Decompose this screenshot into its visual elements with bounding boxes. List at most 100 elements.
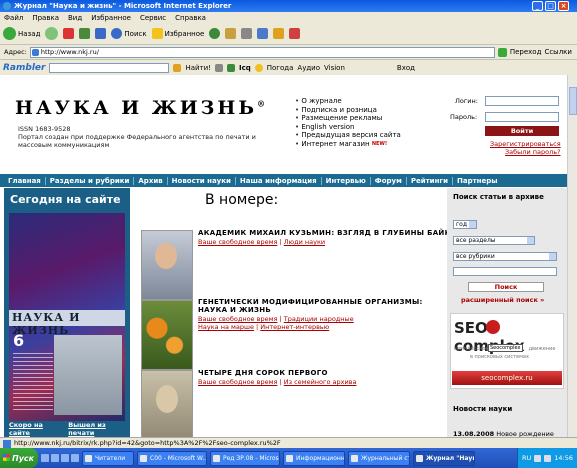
icq-button[interactable]: Icq: [239, 64, 251, 72]
menu-edit[interactable]: Правка: [32, 14, 59, 23]
menu-view[interactable]: Вид: [68, 14, 82, 23]
article-thumbnail[interactable]: [141, 370, 193, 446]
quicklaunch-icon[interactable]: [61, 454, 69, 462]
home-icon[interactable]: [95, 28, 107, 39]
advanced-search-link[interactable]: расширенный поиск »: [461, 296, 544, 304]
nav-science-news[interactable]: Новости науки: [168, 176, 236, 185]
rubric-select[interactable]: все рубрики: [453, 252, 557, 261]
section-select[interactable]: все разделы: [453, 236, 535, 245]
vertical-scrollbar[interactable]: [567, 75, 577, 446]
rubric-link[interactable]: Ваше свободное время: [198, 238, 277, 246]
scrollbar-thumb[interactable]: [569, 87, 577, 115]
links-button[interactable]: Ссылки: [544, 48, 572, 56]
link-advertising[interactable]: Размещение рекламы: [301, 114, 382, 122]
close-button[interactable]: ×: [558, 1, 569, 11]
research-icon[interactable]: [289, 28, 301, 39]
quicklaunch-icon[interactable]: [71, 454, 79, 462]
rubric-link[interactable]: Наука на марше: [198, 323, 254, 331]
edit-icon[interactable]: [257, 28, 269, 39]
quicklaunch-icon[interactable]: [41, 454, 49, 462]
audio-button[interactable]: Аудио: [297, 64, 320, 72]
password-input[interactable]: [485, 112, 559, 122]
menu-help[interactable]: Справка: [175, 14, 206, 23]
rubric-link[interactable]: Ваше свободное время: [198, 378, 277, 386]
article-title[interactable]: ГЕНЕТИЧЕСКИ МОДИФИЦИРОВАННЫЕ ОРГАНИЗМЫ: …: [198, 298, 428, 314]
rambler-login-button[interactable]: Вход: [397, 64, 415, 72]
address-input[interactable]: http://www.nkj.ru/: [29, 46, 495, 58]
start-button[interactable]: Пуск: [0, 448, 38, 468]
highlight-icon[interactable]: [215, 63, 223, 72]
tray-icon[interactable]: [534, 454, 542, 462]
article-thumbnail[interactable]: [141, 300, 193, 370]
link-about[interactable]: О журнале: [301, 97, 341, 105]
link-previous-site[interactable]: Предыдущая версия сайта: [301, 131, 400, 139]
clock[interactable]: 14:56: [554, 454, 573, 462]
link-shop[interactable]: Интернет магазин: [301, 140, 369, 148]
article-title[interactable]: ЧЕТЫРЕ ДНЯ СОРОК ПЕРВОГО: [198, 369, 328, 377]
issue-heading: В номере:: [205, 192, 279, 208]
quicklaunch-icon[interactable]: [51, 454, 59, 462]
magazine-cover[interactable]: НАУКА И ЖИЗНЬ 6: [9, 213, 125, 421]
seo-ad-url[interactable]: seocomplex.ru: [452, 371, 562, 385]
rubric-link[interactable]: Интернет-интервью: [260, 323, 329, 331]
print-icon[interactable]: [241, 28, 253, 39]
archive-search-input[interactable]: [453, 267, 557, 276]
stop-icon[interactable]: [63, 28, 75, 39]
vision-button[interactable]: Vision: [324, 64, 345, 72]
search-button[interactable]: Поиск: [111, 28, 147, 39]
year-select[interactable]: год: [453, 220, 477, 229]
back-arrow-icon: [3, 27, 16, 40]
rambler-search-input[interactable]: [49, 62, 170, 73]
login-button[interactable]: Войти: [485, 126, 559, 136]
refresh-icon[interactable]: [79, 28, 91, 39]
coming-soon-link[interactable]: Скоро на сайте: [9, 421, 58, 437]
back-button[interactable]: Назад: [3, 27, 40, 40]
window-titlebar[interactable]: Журнал "Наука и жизнь" - Microsoft Inter…: [0, 0, 577, 12]
archive-search-button[interactable]: Поиск: [468, 282, 544, 292]
language-indicator[interactable]: RU: [522, 454, 531, 462]
go-button[interactable]: Переход: [510, 48, 542, 56]
task-button[interactable]: Читатели: [82, 450, 134, 466]
nav-our-info[interactable]: Наша информация: [236, 176, 322, 185]
nav-partners[interactable]: Партнеры: [453, 177, 502, 185]
nav-ratings[interactable]: Рейтинги: [407, 176, 453, 185]
folder-icon[interactable]: [273, 28, 285, 39]
forgot-password-link[interactable]: Забыли пароль?: [505, 148, 561, 156]
article-title[interactable]: АКАДЕМИК МИХАИЛ КУЗЬМИН: ВЗГЛЯД В ГЛУБИН…: [198, 229, 468, 237]
media-icon[interactable]: [209, 28, 221, 39]
maximize-button[interactable]: □: [545, 1, 556, 11]
forward-button[interactable]: [45, 27, 59, 40]
link-subscription[interactable]: Подписка и розница: [301, 106, 377, 114]
menu-file[interactable]: Файл: [4, 14, 23, 23]
link-english[interactable]: English version: [301, 123, 354, 131]
register-link[interactable]: Зарегистрироваться: [490, 140, 561, 148]
nav-forum[interactable]: Форум: [371, 176, 407, 185]
task-button[interactable]: C00 - Microsoft W...: [137, 450, 207, 466]
task-button[interactable]: Ред ЗР.08 - Micros...: [210, 450, 280, 466]
rubric-link[interactable]: Люди науки: [284, 238, 325, 246]
menu-tools[interactable]: Сервис: [140, 14, 166, 23]
nav-archive[interactable]: Архив: [134, 176, 168, 185]
minimize-button[interactable]: _: [532, 1, 543, 11]
tray-icon[interactable]: [544, 454, 552, 462]
favorites-button[interactable]: Избранное: [151, 28, 204, 39]
task-button[interactable]: Информационны...: [283, 450, 345, 466]
go-icon[interactable]: [497, 47, 507, 57]
rubric-link[interactable]: Традиции народные: [284, 315, 354, 323]
rambler-logo[interactable]: Rambler: [3, 63, 45, 73]
login-input[interactable]: [485, 96, 559, 106]
task-button[interactable]: Журнальный сто...: [348, 450, 410, 466]
published-link[interactable]: Вышел из печати: [68, 421, 125, 437]
nav-sections[interactable]: Разделы и рубрики: [46, 176, 135, 185]
rambler-find-button[interactable]: Найти!: [185, 64, 211, 72]
task-button-active[interactable]: Журнал "Наука...: [413, 450, 475, 466]
rubric-link[interactable]: Ваше свободное время: [198, 315, 277, 323]
mail-icon[interactable]: [225, 28, 237, 39]
site-logo[interactable]: НАУКА И ЖИЗНЬ®: [15, 97, 268, 119]
nav-interview[interactable]: Интервью: [322, 176, 371, 185]
nav-home[interactable]: Главная: [4, 176, 46, 185]
article-thumbnail[interactable]: [141, 230, 193, 300]
weather-button[interactable]: Погода: [267, 64, 294, 72]
menu-favorites[interactable]: Избранное: [91, 14, 131, 23]
rubric-link[interactable]: Из семейного архива: [284, 378, 357, 386]
